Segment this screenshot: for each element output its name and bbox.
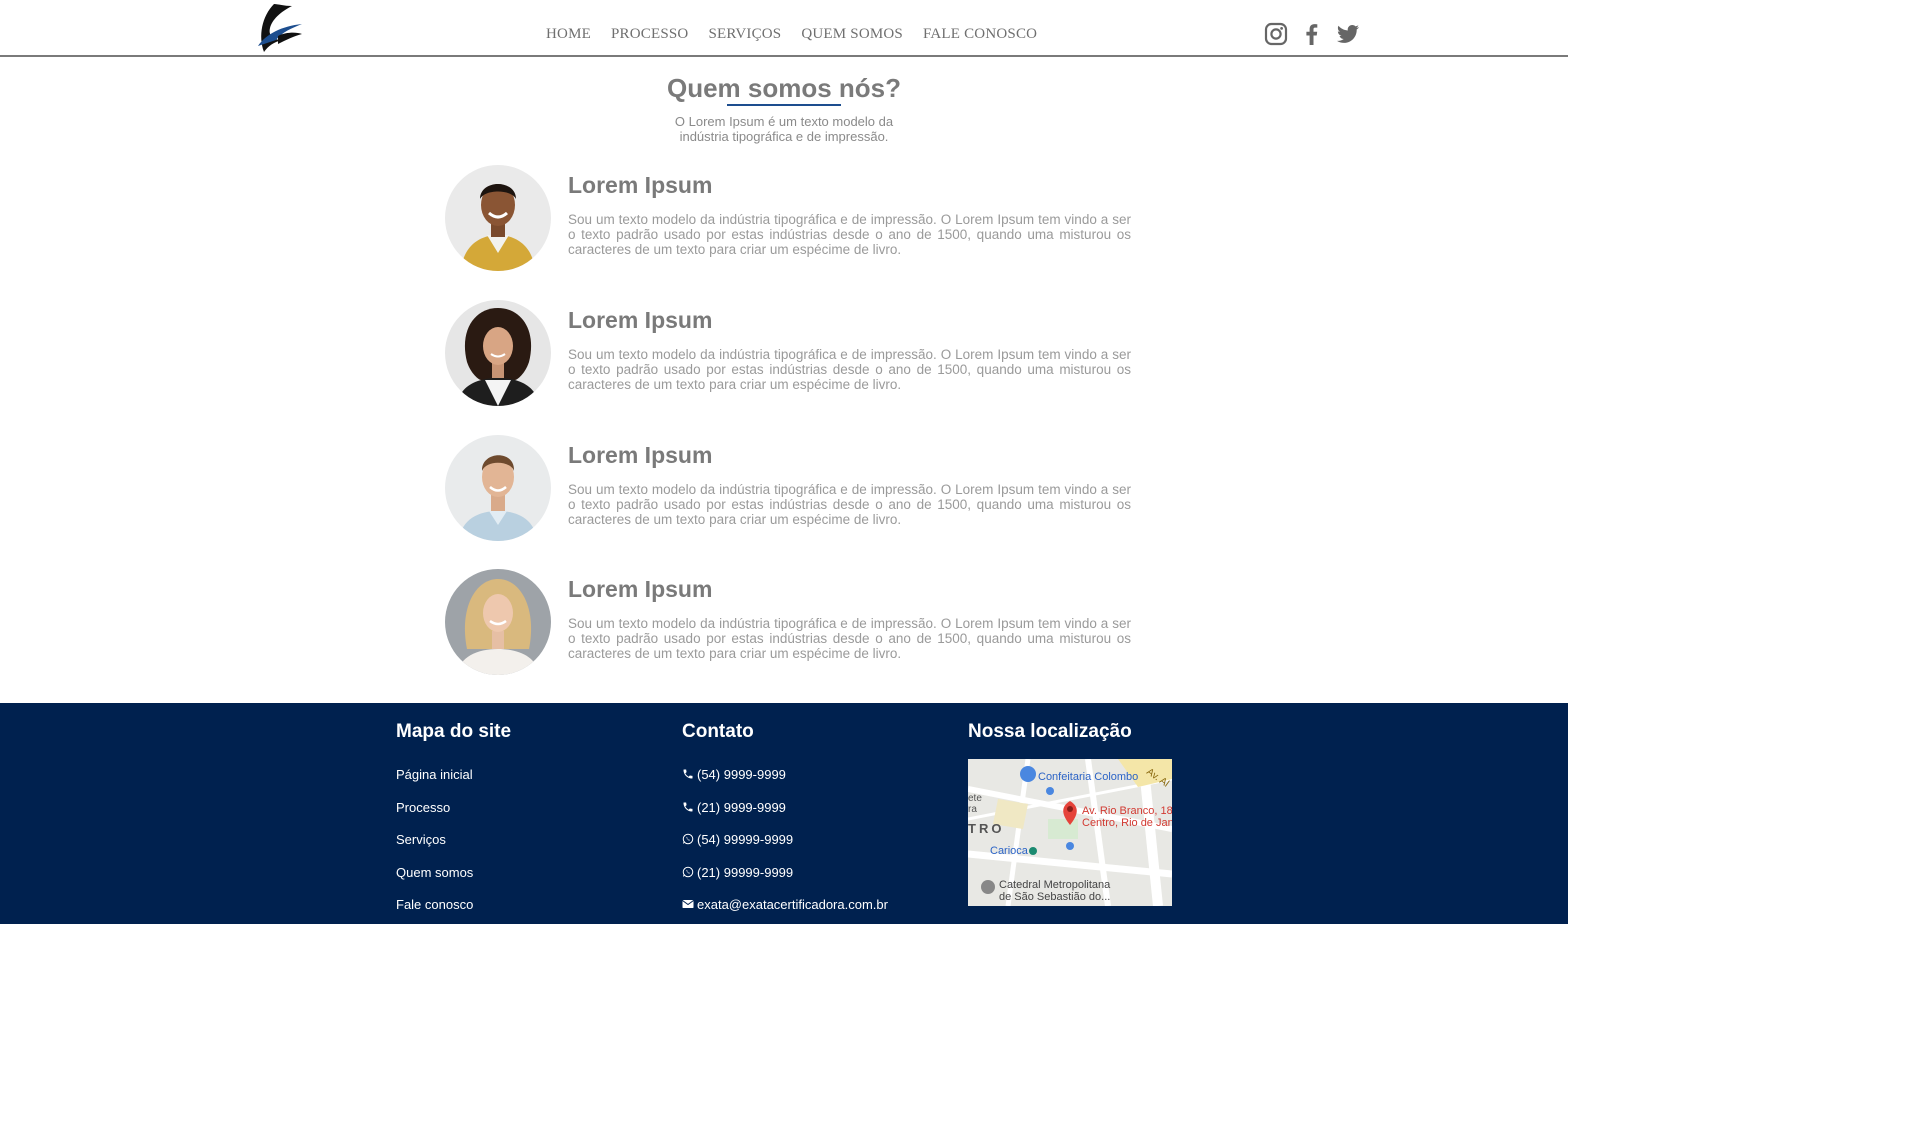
- contact-email[interactable]: exata@exatacertificadora.com.br: [682, 897, 888, 930]
- map-label-station: Carioca: [990, 845, 1029, 857]
- contact-phone-text: (21) 9999-9999: [697, 799, 786, 815]
- map-label-poi: Confeitaria Colombo: [1038, 771, 1138, 783]
- page-subtitle: O Lorem Ipsum é um texto modelo da indús…: [674, 114, 894, 144]
- member-name: Lorem Ipsum: [568, 307, 713, 333]
- map-label-cathedral1: Catedral Metropolitana: [999, 879, 1111, 891]
- team-member: Lorem Ipsum Sou um texto modelo da indús…: [445, 435, 1133, 543]
- map-label-address1: Av. Rio Branco, 18: [1082, 805, 1172, 817]
- contact-whatsapp-text: (54) 99999-9999: [697, 832, 794, 848]
- member-name: Lorem Ipsum: [568, 442, 713, 468]
- footer-contact: Contato (54) 9999-9999 (21) 9999-9999 (5…: [682, 721, 888, 930]
- site-header: HOME PROCESSO SERVIÇOS QUEM SOMOS FALE C…: [0, 0, 1568, 57]
- footer-sitemap: Mapa do site Página inicial Processo Ser…: [396, 721, 511, 930]
- phone-icon: [682, 768, 694, 780]
- location-title: Nossa localização: [968, 721, 1132, 742]
- nav-item-processo[interactable]: PROCESSO: [611, 26, 688, 43]
- sitemap-title: Mapa do site: [396, 721, 512, 742]
- team-member: Lorem Ipsum Sou um texto modelo da indús…: [445, 569, 1133, 677]
- nav-item-quem-somos[interactable]: QUEM SOMOS: [801, 26, 903, 43]
- instagram-icon[interactable]: [1264, 21, 1288, 47]
- map-label-cathedral2: de São Sebastião do...: [999, 891, 1110, 903]
- team-member: Lorem Ipsum Sou um texto modelo da indús…: [445, 165, 1133, 273]
- member-bio: Sou um texto modelo da indústria tipográ…: [568, 616, 1131, 661]
- contact-whatsapp-2[interactable]: (21) 99999-9999: [682, 865, 888, 898]
- avatar: [445, 435, 551, 541]
- member-bio: Sou um texto modelo da indústria tipográ…: [568, 347, 1131, 392]
- whatsapp-icon: [682, 866, 694, 878]
- social-links: [1264, 21, 1360, 47]
- nav-item-home[interactable]: HOME: [546, 26, 591, 43]
- facebook-icon[interactable]: [1300, 21, 1324, 47]
- team-member: Lorem Ipsum Sou um texto modelo da indús…: [445, 300, 1133, 408]
- avatar: [445, 569, 551, 675]
- title-underline: [727, 104, 841, 106]
- avatar: [445, 300, 551, 406]
- contact-title: Contato: [682, 721, 754, 742]
- phone-icon: [682, 801, 694, 813]
- map-label-edge1: ete: [968, 793, 982, 804]
- contact-phone-text: (54) 9999-9999: [697, 767, 786, 782]
- contact-phone-2[interactable]: (21) 9999-9999: [682, 800, 888, 833]
- footer-link-servicos[interactable]: Serviços: [396, 832, 511, 865]
- member-bio: Sou um texto modelo da indústria tipográ…: [568, 212, 1131, 257]
- footer-link-pagina-inicial[interactable]: Página inicial: [396, 767, 511, 800]
- member-name: Lorem Ipsum: [568, 172, 713, 198]
- map-label-district: TRO: [968, 821, 1004, 836]
- site-footer: Mapa do site Página inicial Processo Ser…: [0, 703, 1568, 924]
- contact-whatsapp-1[interactable]: (54) 99999-9999: [682, 832, 888, 865]
- avatar: [445, 165, 551, 271]
- footer-link-processo[interactable]: Processo: [396, 800, 511, 833]
- footer-link-quem-somos[interactable]: Quem somos: [396, 865, 511, 898]
- nav-item-fale-conosco[interactable]: FALE CONOSCO: [923, 26, 1037, 43]
- contact-phone-1[interactable]: (54) 9999-9999: [682, 767, 888, 800]
- whatsapp-icon: [682, 833, 694, 845]
- page-title: Quem somos nós?: [666, 73, 902, 103]
- envelope-icon: [682, 898, 694, 910]
- twitter-icon[interactable]: [1336, 21, 1360, 47]
- logo[interactable]: [252, 2, 306, 56]
- contact-whatsapp-text: (21) 99999-9999: [697, 864, 794, 880]
- member-name: Lorem Ipsum: [568, 576, 713, 602]
- member-bio: Sou um texto modelo da indústria tipográ…: [568, 482, 1131, 527]
- footer-link-fale-conosco[interactable]: Fale conosco: [396, 897, 511, 930]
- map-label-address2: Centro, Rio de Jan: [1082, 817, 1172, 829]
- map-label-edge2: ra: [968, 804, 977, 815]
- location-map[interactable]: Confeitaria Colombo Av. Rio Branco, 18 C…: [968, 759, 1172, 906]
- contact-email-text: exata@exatacertificadora.com.br: [697, 897, 888, 913]
- main-nav: HOME PROCESSO SERVIÇOS QUEM SOMOS FALE C…: [546, 26, 1057, 43]
- nav-item-servicos[interactable]: SERVIÇOS: [708, 26, 781, 43]
